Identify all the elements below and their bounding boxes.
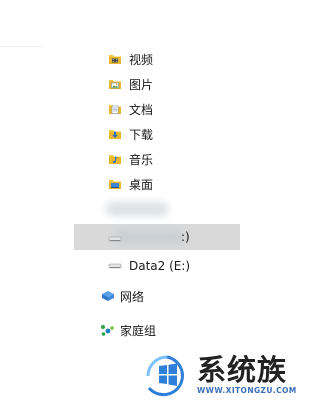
nav-item-label: :)	[181, 230, 190, 244]
nav-item-label: 家庭组	[120, 324, 157, 338]
watermark-brand: 系统族	[197, 353, 288, 387]
nav-item-label: 网络	[120, 290, 145, 304]
redacted-region	[114, 230, 184, 244]
network-icon	[100, 289, 114, 303]
nav-item-desktop[interactable]: 桌面	[0, 174, 293, 196]
navigation-pane: 视频 图片 文档 下载 音乐 桌面:) Data2 (E:) 网络 家庭组	[0, 0, 293, 404]
nav-item-documents[interactable]: 文档	[0, 99, 293, 121]
desktop-folder-icon	[108, 177, 122, 191]
music-folder-icon	[108, 152, 122, 166]
nav-item-videos[interactable]: 视频	[0, 49, 293, 71]
windows-logo-icon	[143, 354, 191, 401]
nav-item-label: 下载	[129, 128, 154, 142]
nav-item-redacted-drive[interactable]	[0, 198, 293, 220]
nav-item-label: 桌面	[129, 178, 154, 192]
watermark: 系统族 WWW.XITONGZU.COM	[141, 352, 296, 401]
nav-item-pictures[interactable]: 图片	[0, 74, 293, 96]
nav-item-label: 文档	[129, 103, 154, 117]
nav-item-label: 视频	[129, 53, 154, 67]
nav-item-downloads[interactable]: 下载	[0, 124, 293, 146]
nav-item-label: Data2 (E:)	[129, 259, 191, 273]
downloads-folder-icon	[108, 127, 122, 141]
nav-item-homegroup[interactable]: 家庭组	[0, 320, 293, 342]
documents-folder-icon	[108, 102, 122, 116]
drive-icon	[108, 258, 122, 272]
nav-item-network[interactable]: 网络	[0, 286, 293, 308]
watermark-url: WWW.XITONGZU.COM	[197, 386, 297, 395]
drive-icon	[108, 230, 122, 244]
nav-item-label: 音乐	[129, 153, 154, 167]
nav-item-label: 图片	[129, 78, 154, 92]
nav-item-data2-drive[interactable]: Data2 (E:)	[0, 255, 293, 277]
nav-item-music[interactable]: 音乐	[0, 149, 293, 171]
video-folder-icon	[108, 52, 122, 66]
pictures-folder-icon	[108, 77, 122, 91]
nav-item-selected-drive[interactable]: :)	[74, 224, 240, 250]
homegroup-icon	[100, 323, 114, 337]
redacted-region	[106, 202, 168, 216]
